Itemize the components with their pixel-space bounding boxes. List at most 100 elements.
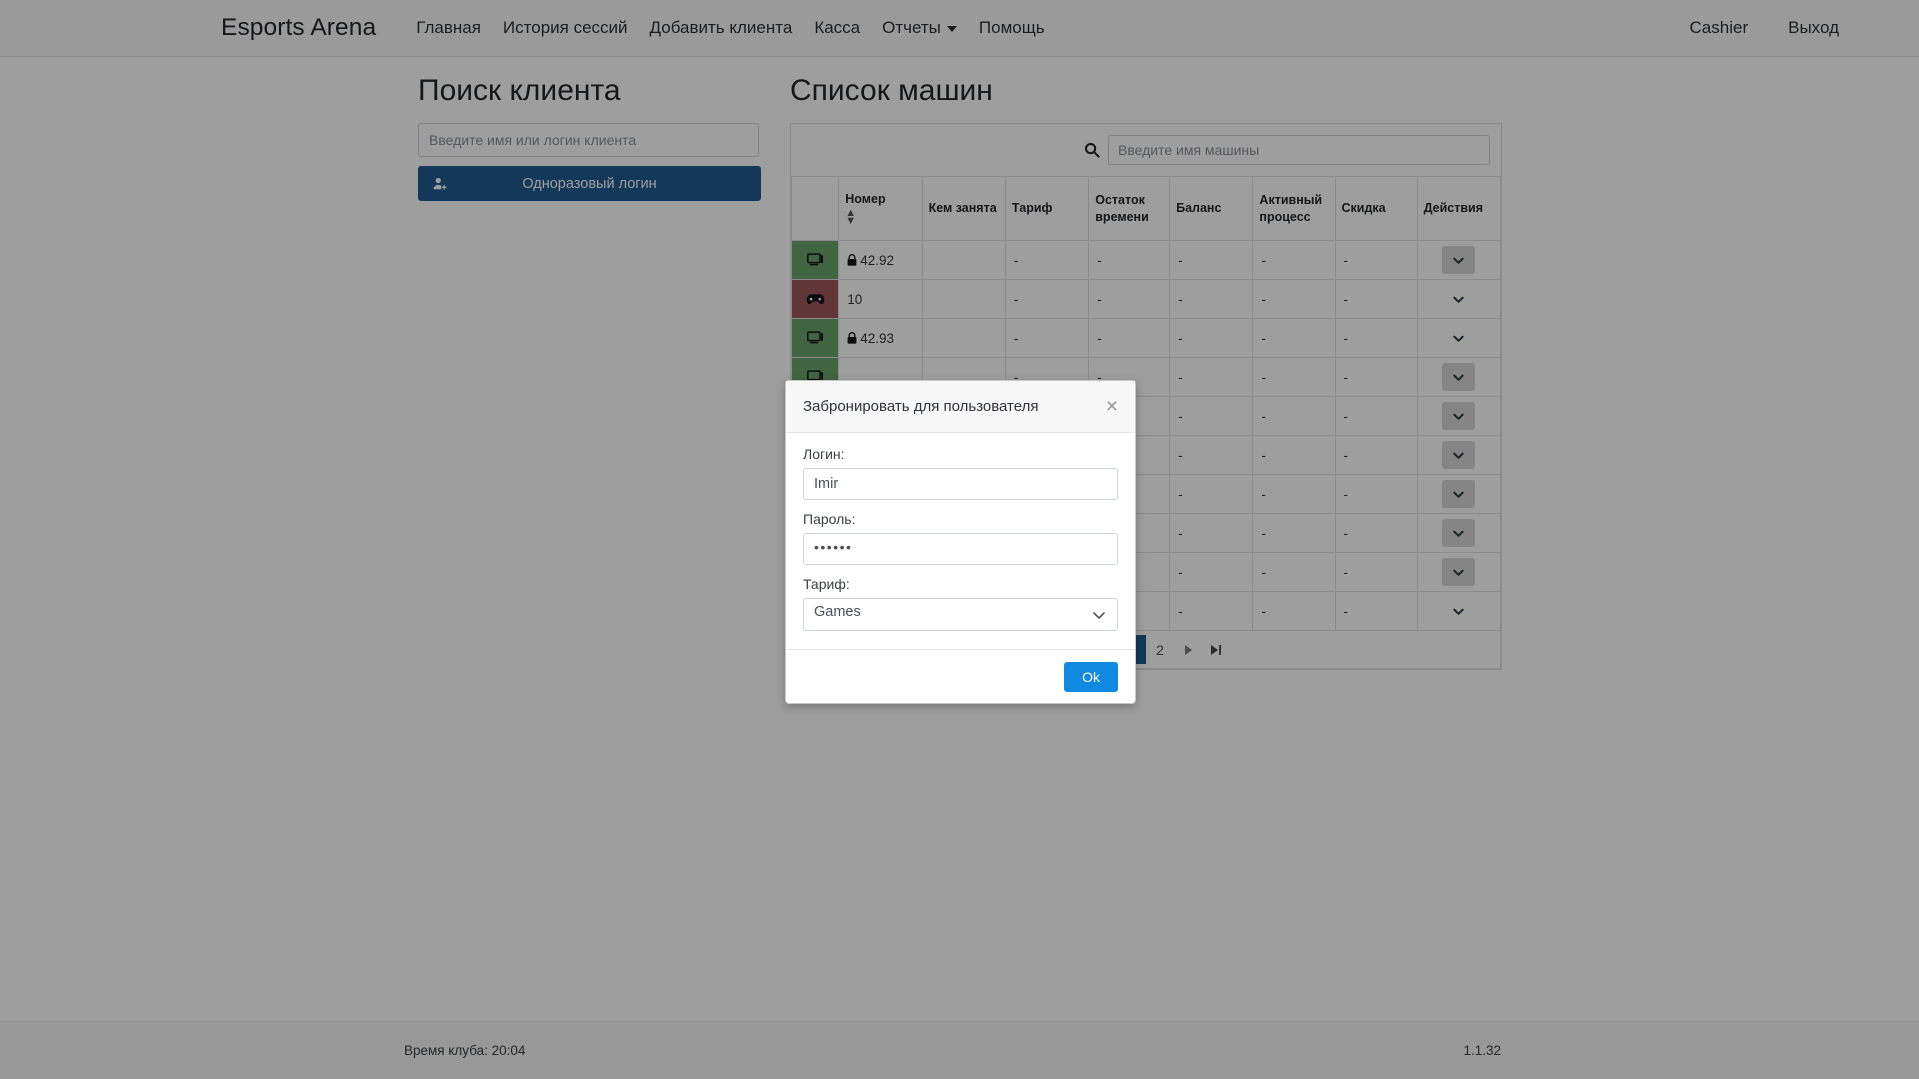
password-value: •••••• (814, 539, 852, 555)
login-label: Логин: (803, 446, 1118, 462)
chevron-down-icon[interactable] (1442, 363, 1475, 391)
nav-link-add-client[interactable]: Добавить клиента (639, 18, 804, 38)
navbar-right: Cashier Выход (1670, 18, 1859, 38)
pagination-last[interactable] (1202, 635, 1230, 664)
table-row[interactable]: 42.93----- (792, 319, 1501, 358)
machine-actions-cell (1417, 241, 1500, 280)
user-plus-icon (433, 177, 447, 191)
login-field[interactable] (803, 468, 1118, 500)
tariff-label: Тариф: (803, 576, 1118, 592)
machine-number-cell: 10 (839, 280, 922, 319)
machine-balance-cell: - (1170, 280, 1253, 319)
navbar-links: Главная История сессий Добавить клиента … (405, 18, 1055, 38)
chevron-down-icon[interactable] (1442, 441, 1475, 469)
sort-icon[interactable]: ▲▼ (845, 210, 915, 226)
client-search-input[interactable] (418, 123, 759, 157)
table-row[interactable]: 42.92----- (792, 241, 1501, 280)
modal-footer: Ok (786, 649, 1135, 703)
machine-occupied-by-cell (922, 280, 1005, 319)
machine-active-process-cell: - (1253, 514, 1335, 553)
machines-toolbar (791, 124, 1501, 176)
password-label: Пароль: (803, 511, 1118, 527)
machine-occupied-by-cell (922, 319, 1005, 358)
chevron-down-icon[interactable] (1442, 558, 1475, 586)
machine-active-process-cell: - (1253, 319, 1335, 358)
monitor-icon (792, 319, 838, 357)
chevron-down-icon[interactable] (1442, 285, 1475, 313)
col-header-status (792, 177, 839, 241)
machine-number: 42.93 (860, 331, 894, 346)
machine-active-process-cell: - (1253, 475, 1335, 514)
gamepad-icon (792, 280, 838, 318)
col-header-balance: Баланс (1170, 177, 1253, 241)
lock-icon (847, 332, 857, 344)
one-time-login-button[interactable]: Одноразовый логин (418, 166, 761, 201)
modal-header: Забронировать для пользователя × (786, 381, 1135, 433)
nav-link-help[interactable]: Помощь (968, 18, 1056, 38)
close-icon[interactable]: × (1106, 396, 1118, 417)
machine-discount-cell: - (1335, 553, 1417, 592)
chevron-down-icon[interactable] (1442, 246, 1475, 274)
machine-time-left-cell: - (1089, 319, 1170, 358)
footer: Время клуба: 20:04 1.1.32 (0, 1021, 1919, 1079)
machine-status-cell (792, 319, 839, 358)
brand-logo[interactable]: Esports Arena (221, 14, 376, 42)
modal-title: Забронировать для пользователя (803, 398, 1038, 415)
machine-balance-cell: - (1170, 358, 1253, 397)
nav-link-cashbox[interactable]: Касса (803, 18, 871, 38)
search-icon[interactable] (1083, 141, 1101, 159)
machine-active-process-cell: - (1253, 358, 1335, 397)
machine-number-cell: 42.92 (839, 241, 922, 280)
nav-logout[interactable]: Выход (1768, 18, 1859, 38)
chevron-down-icon[interactable] (1442, 324, 1475, 352)
footer-club-time: Время клуба: 20:04 (404, 1043, 525, 1058)
machine-balance-cell: - (1170, 592, 1253, 631)
machine-actions-cell (1417, 514, 1500, 553)
password-field[interactable]: •••••• (803, 533, 1118, 565)
pagination-next[interactable] (1174, 635, 1202, 664)
nav-user-cashier[interactable]: Cashier (1670, 18, 1769, 38)
machine-actions-cell (1417, 319, 1500, 358)
machine-discount-cell: - (1335, 397, 1417, 436)
machine-balance-cell: - (1170, 436, 1253, 475)
machine-balance-cell: - (1170, 319, 1253, 358)
navbar: Esports Arena Главная История сессий Доб… (0, 0, 1919, 57)
nav-link-reports-label: Отчеты (882, 18, 941, 37)
client-search-title: Поиск клиента (418, 73, 759, 109)
machine-discount-cell: - (1335, 319, 1417, 358)
chevron-down-icon[interactable] (1442, 480, 1475, 508)
col-header-number-label: Номер (845, 192, 885, 206)
machine-active-process-cell: - (1253, 280, 1335, 319)
col-header-number[interactable]: Номер ▲▼ (839, 177, 922, 241)
machine-actions-cell (1417, 553, 1500, 592)
pagination-page-2[interactable]: 2 (1146, 635, 1174, 664)
nav-link-home[interactable]: Главная (405, 18, 492, 38)
tariff-select[interactable]: Games (803, 598, 1118, 631)
machine-discount-cell: - (1335, 280, 1417, 319)
machine-actions-cell (1417, 358, 1500, 397)
machine-actions-cell (1417, 397, 1500, 436)
chevron-down-icon[interactable] (1442, 402, 1475, 430)
chevron-down-icon[interactable] (1442, 519, 1475, 547)
machine-number: 42.92 (860, 253, 894, 268)
machine-balance-cell: - (1170, 553, 1253, 592)
chevron-down-icon[interactable] (1442, 597, 1475, 625)
machine-active-process-cell: - (1253, 241, 1335, 280)
nav-link-reports[interactable]: Отчеты (871, 18, 968, 38)
nav-link-session-history[interactable]: История сессий (492, 18, 639, 38)
machine-tariff-cell: - (1005, 241, 1088, 280)
client-search-panel: Поиск клиента Одноразовый логин (418, 73, 759, 670)
machine-number-cell: 42.93 (839, 319, 922, 358)
modal-body: Логин: Пароль: •••••• Тариф: Games (786, 433, 1135, 649)
machine-active-process-cell: - (1253, 436, 1335, 475)
ok-button[interactable]: Ok (1064, 662, 1118, 692)
table-row[interactable]: 10----- (792, 280, 1501, 319)
machine-search-input[interactable] (1108, 135, 1490, 165)
machine-discount-cell: - (1335, 436, 1417, 475)
machine-actions-cell (1417, 475, 1500, 514)
machine-balance-cell: - (1170, 397, 1253, 436)
monitor-icon (792, 241, 838, 279)
machine-time-left-cell: - (1089, 241, 1170, 280)
col-header-actions: Действия (1417, 177, 1500, 241)
tariff-selected-value: Games (814, 604, 861, 620)
